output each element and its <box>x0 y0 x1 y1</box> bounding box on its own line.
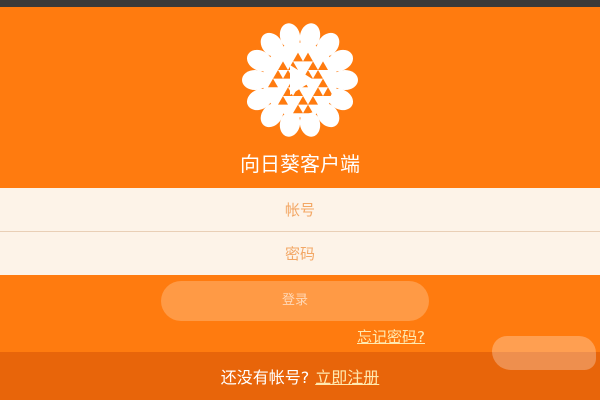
top-status-bar <box>0 0 600 7</box>
account-input[interactable] <box>0 187 600 232</box>
sunflower-play-logo-icon <box>240 20 360 140</box>
password-input[interactable] <box>0 231 600 276</box>
forgot-password-link[interactable]: 忘记密码? <box>357 326 425 347</box>
password-field-row <box>0 231 600 276</box>
watermark-blob <box>492 336 596 370</box>
register-link[interactable]: 立即注册 <box>315 364 379 388</box>
app-title: 向日葵客户端 <box>240 152 360 176</box>
register-prompt: 还没有帐号? <box>220 368 310 387</box>
login-button[interactable]: 登录 <box>161 281 429 321</box>
account-field-row <box>0 187 600 232</box>
